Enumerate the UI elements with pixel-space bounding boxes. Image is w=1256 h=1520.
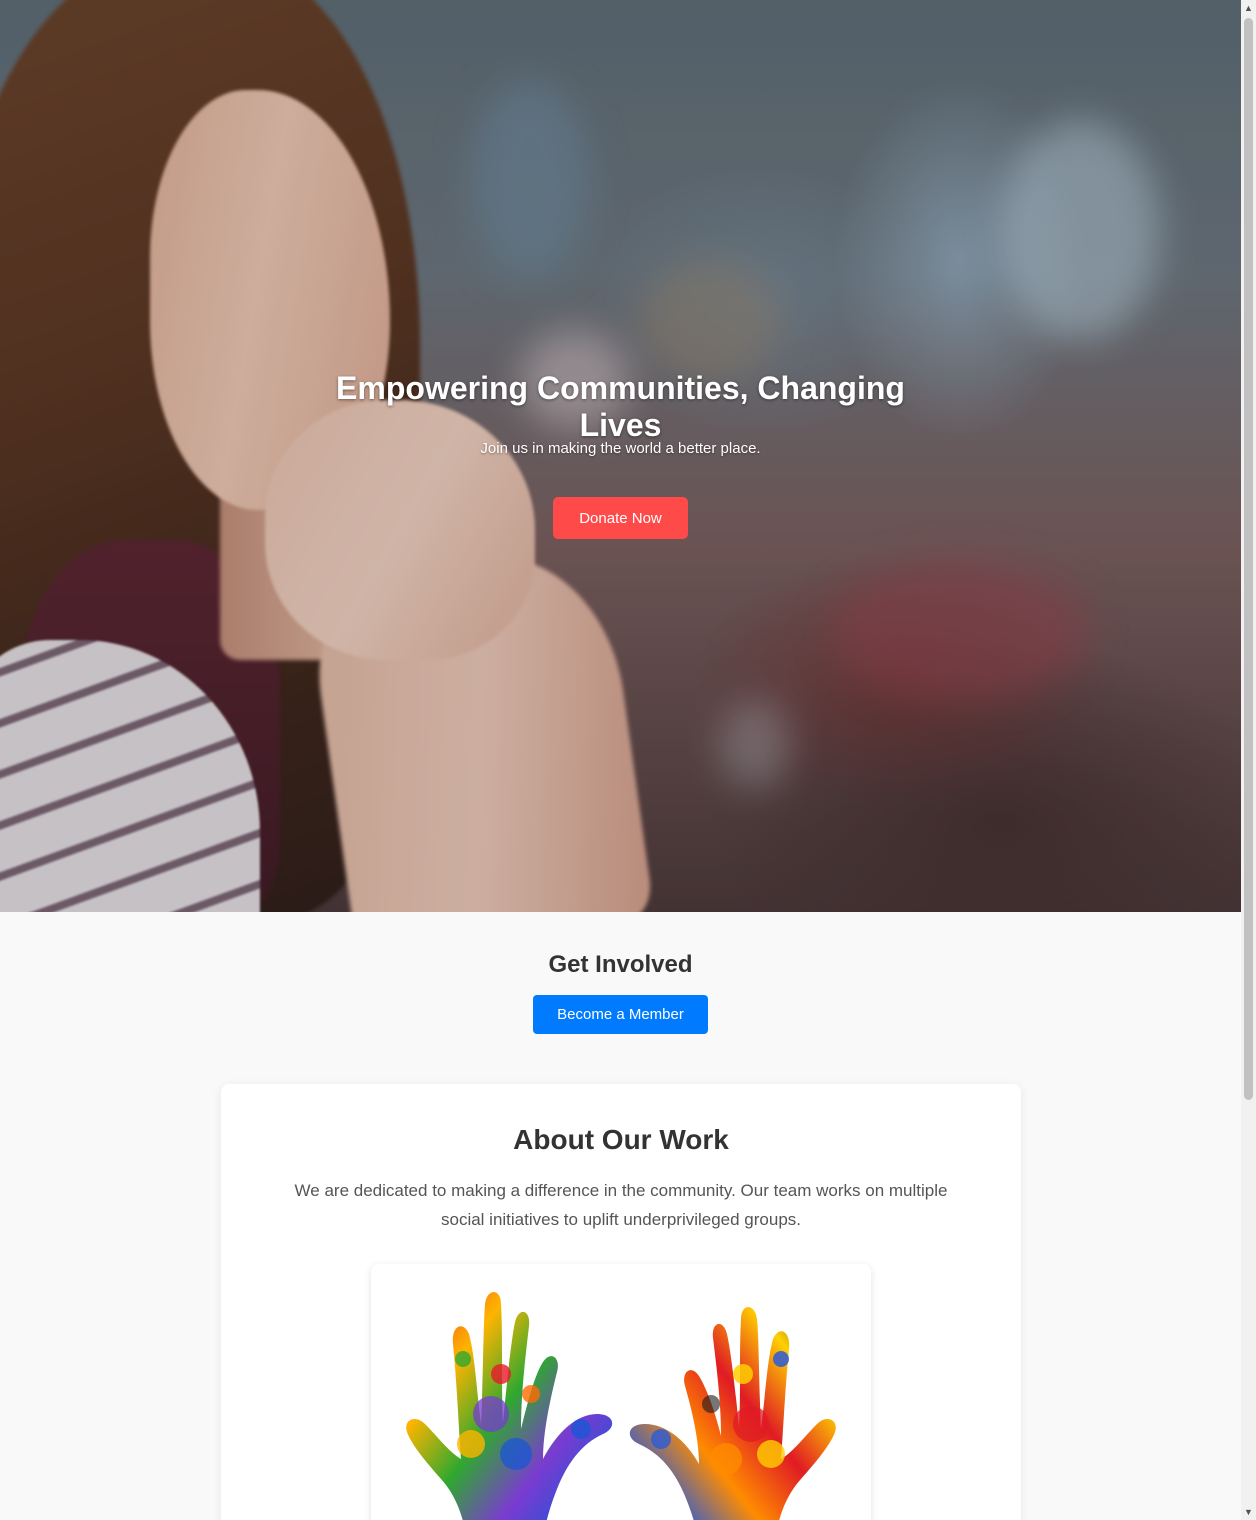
get-involved-heading: Get Involved: [548, 951, 693, 978]
colorful-hands-image: [371, 1264, 871, 1520]
scrollbar-thumb[interactable]: [1244, 18, 1253, 1100]
scroll-down-icon[interactable]: ▼: [1241, 1504, 1256, 1520]
page-scrollbar[interactable]: ▲ ▼: [1241, 0, 1256, 1520]
left-hand-shape: [406, 1292, 612, 1520]
hero-subtitle: Join us in making the world a better pla…: [480, 440, 761, 457]
hero-banner: Empowering Communities, Changing Lives J…: [0, 0, 1241, 912]
donate-button[interactable]: Donate Now: [553, 497, 688, 539]
colorful-hands-illustration: [406, 1292, 836, 1520]
about-card: About Our Work We are dedicated to makin…: [221, 1084, 1021, 1520]
about-description: We are dedicated to making a difference …: [294, 1181, 948, 1229]
become-member-button[interactable]: Become a Member: [533, 995, 708, 1034]
about-heading: About Our Work: [513, 1124, 729, 1155]
hero-title: Empowering Communities, Changing Lives: [336, 370, 905, 443]
right-hand-shape: [630, 1307, 836, 1520]
scroll-up-icon[interactable]: ▲: [1241, 0, 1256, 16]
hero-content: Empowering Communities, Changing Lives J…: [0, 370, 1241, 457]
